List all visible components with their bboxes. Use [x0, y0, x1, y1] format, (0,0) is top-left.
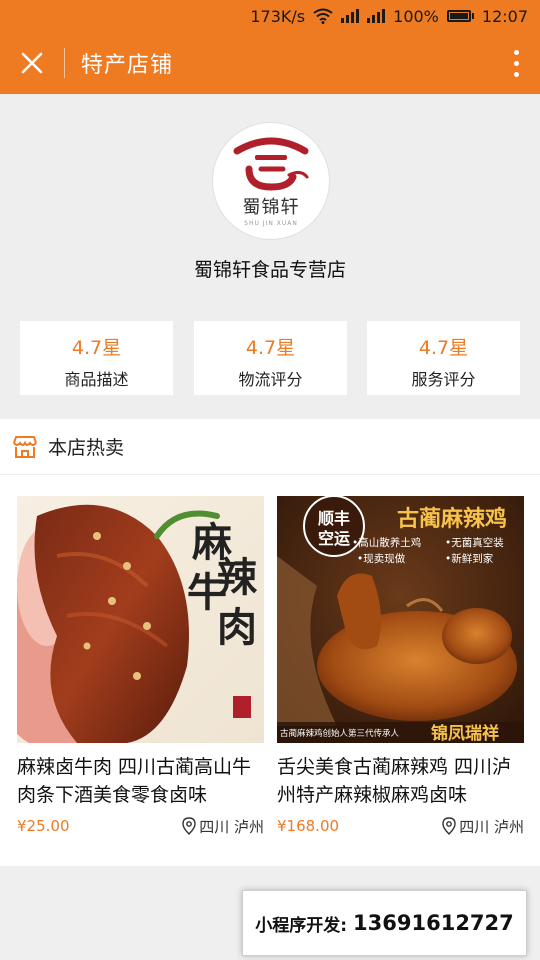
product-meta: ¥168.00 四川 泸州 [277, 815, 524, 837]
page-title: 特产店铺 [81, 53, 174, 78]
chicken-bottom-text: 古蔺麻辣鸡创始人第三代传承人 [280, 728, 400, 739]
chicken-feature-text: •新鲜到家 [445, 552, 494, 565]
battery-level: 100% [393, 6, 439, 26]
more-dot-icon [513, 71, 519, 77]
beef-image-graphic: 麻 辣 牛 肉 [17, 496, 264, 743]
location-text: 四川 泸州 [459, 817, 524, 836]
signal-icon-2 [367, 9, 386, 23]
logo-sub-text: SHU JIN XUAN [244, 220, 298, 227]
price-value: 25.00 [26, 817, 70, 835]
more-options-button[interactable] [492, 32, 540, 94]
close-button[interactable] [0, 32, 64, 94]
beef-title-char: 肉 [217, 604, 257, 651]
logo-brand-text: 蜀锦轩 [242, 197, 300, 218]
store-icon [13, 435, 37, 458]
product-name[interactable]: 麻辣卤牛肉 四川古蔺高山牛肉条下酒美食零食卤味 [17, 753, 264, 809]
yuan-icon: ¥ [277, 817, 287, 835]
rating-service-card: 4.7星 服务评分 [367, 321, 520, 395]
chicken-brand-text: 锦凤瑞祥 [431, 723, 499, 743]
battery-icon [446, 10, 474, 22]
yuan-icon: ¥ [17, 817, 27, 835]
app-bar: 特产店铺 [0, 32, 540, 94]
product-card[interactable]: 麻 辣 牛 肉 麻辣卤牛肉 四川古蔺高山牛肉条下酒美食零食卤味 ¥25.00 四… [17, 496, 264, 837]
rating-label: 商品描述 [64, 370, 129, 389]
hot-selling-header: 本店热卖 [0, 419, 540, 475]
product-price: ¥168.00 [277, 817, 339, 835]
logo-emblem-icon [233, 137, 309, 191]
rating-description-card: 4.7星 商品描述 [20, 321, 173, 395]
rating-value: 4.7星 [245, 337, 296, 359]
product-card[interactable]: 顺丰 空运 古蔺麻辣鸡 •高山散养土鸡 •无菌真空装 •现卖现做 •新鲜到家 古… [277, 496, 524, 837]
wifi-icon [313, 8, 333, 24]
shipping-badge-text: 空运 [318, 529, 350, 548]
product-price: ¥25.00 [17, 817, 70, 835]
price-value: 168.00 [286, 817, 340, 835]
signal-icon [341, 9, 360, 23]
product-location: 四川 泸州 [182, 816, 264, 837]
more-dot-icon [513, 60, 519, 66]
clock: 12:07 [481, 6, 528, 26]
hot-selling-title: 本店热卖 [48, 437, 125, 459]
product-location: 四川 泸州 [442, 816, 524, 837]
app-bar-divider [64, 48, 65, 78]
contact-banner[interactable]: 小程序开发: 13691612727 [242, 890, 527, 956]
chicken-feature-text: •高山散养土鸡 [352, 536, 421, 549]
hot-selling-section: 本店热卖 麻 辣 牛 肉 麻辣卤牛肉 四川古蔺高山牛肉条下酒美食零食卤味 ¥25… [0, 419, 540, 866]
shop-name: 蜀锦轩食品专营店 [193, 259, 346, 281]
product-name[interactable]: 舌尖美食古蔺麻辣鸡 四川泸州特产麻辣椒麻鸡卤味 [277, 753, 524, 809]
product-meta: ¥25.00 四川 泸州 [17, 815, 264, 837]
product-image-beef[interactable]: 麻 辣 牛 肉 [17, 496, 264, 743]
rating-label: 物流评分 [238, 370, 303, 389]
rating-label: 服务评分 [411, 370, 476, 389]
product-image-chicken[interactable]: 顺丰 空运 古蔺麻辣鸡 •高山散养土鸡 •无菌真空装 •现卖现做 •新鲜到家 古… [277, 496, 524, 743]
network-speed: 173K/s [250, 6, 306, 26]
shipping-badge-text: 顺丰 [318, 509, 350, 528]
chicken-feature-text: •现卖现做 [357, 552, 406, 565]
close-icon [21, 52, 43, 74]
chicken-feature-text: •无菌真空装 [445, 536, 504, 549]
location-pin-icon [442, 817, 456, 835]
shop-header: 蜀锦轩 SHU JIN XUAN 蜀锦轩食品专营店 4.7星 商品描述 4.7星… [0, 94, 540, 419]
contact-number: 13691612727 [353, 911, 514, 935]
more-dot-icon [513, 49, 519, 55]
contact-label: 小程序开发: [255, 915, 348, 936]
chicken-image-graphic: 顺丰 空运 古蔺麻辣鸡 •高山散养土鸡 •无菌真空装 •现卖现做 •新鲜到家 古… [277, 496, 524, 743]
rating-logistics-card: 4.7星 物流评分 [194, 321, 347, 395]
rating-value: 4.7星 [71, 337, 122, 359]
location-pin-icon [182, 817, 196, 835]
location-text: 四川 泸州 [199, 817, 264, 836]
status-bar: 173K/s 100% 12:07 [0, 0, 540, 32]
chicken-image-title: 古蔺麻辣鸡 [397, 506, 507, 532]
rating-value: 4.7星 [418, 337, 469, 359]
shop-logo[interactable]: 蜀锦轩 SHU JIN XUAN [212, 122, 330, 240]
